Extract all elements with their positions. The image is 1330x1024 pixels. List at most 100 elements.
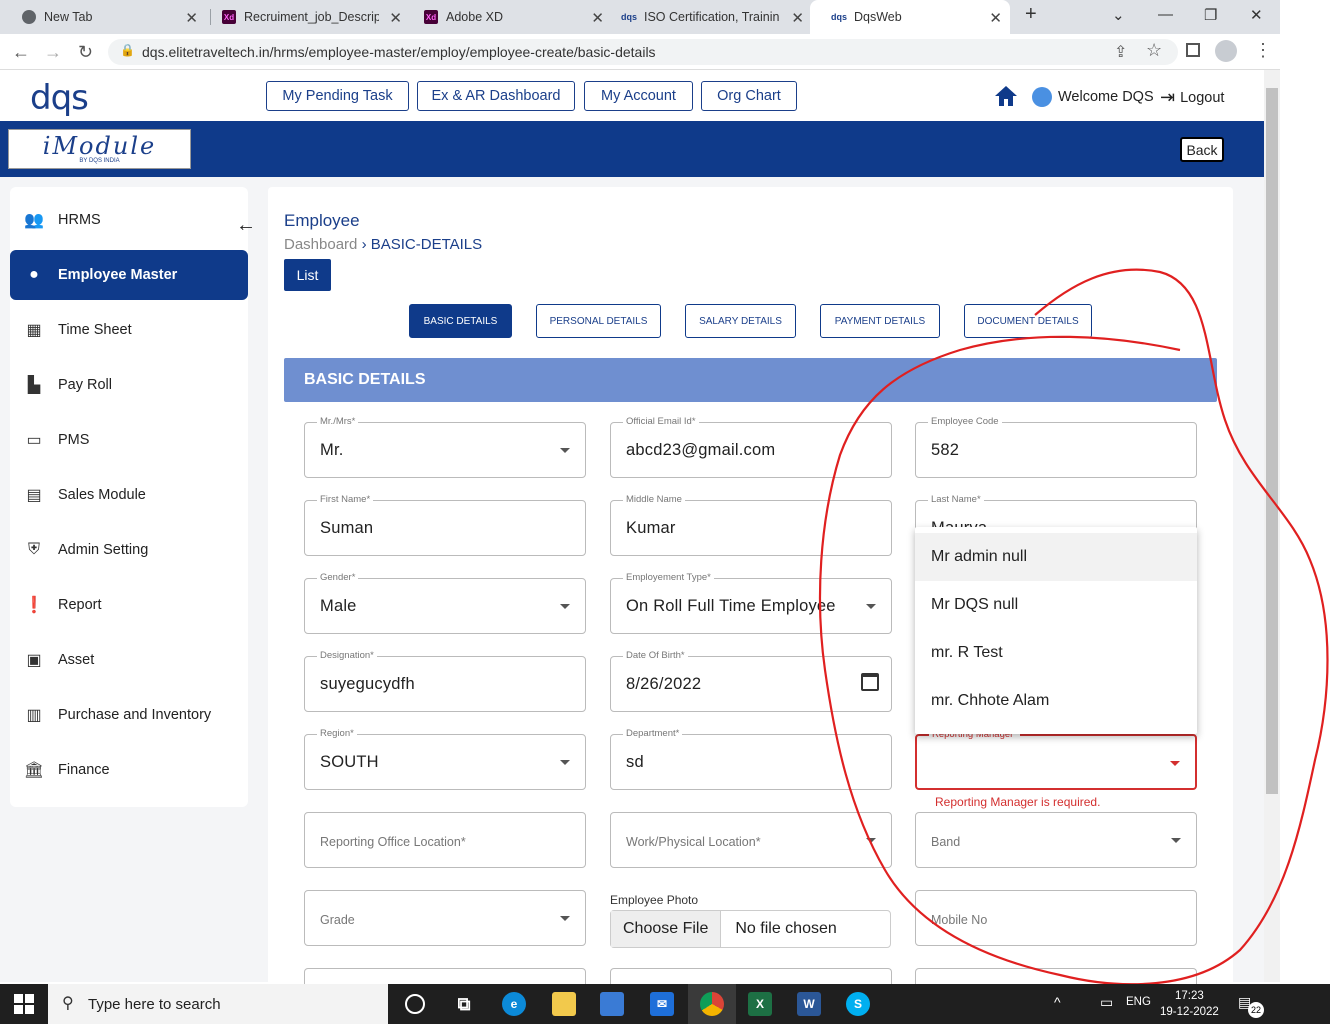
sidebar-item-pay-roll[interactable]: ▙ Pay Roll	[10, 360, 248, 410]
logout-button[interactable]: ⇥ Logout	[1160, 87, 1224, 108]
home-icon[interactable]	[994, 85, 1018, 107]
my-account-button[interactable]: My Account	[584, 81, 693, 111]
language-indicator[interactable]: ENG	[1126, 996, 1151, 1008]
store-icon[interactable]	[600, 992, 624, 1016]
sidebar-item-admin-setting[interactable]: ⛨ Admin Setting	[10, 525, 248, 575]
collapse-sidebar-arrow-icon[interactable]: ←	[236, 214, 256, 237]
close-window-icon[interactable]: ✕	[1250, 6, 1263, 24]
breadcrumb-dashboard[interactable]: Dashboard	[284, 236, 357, 253]
work-location-select[interactable]: Work/Physical Location*	[610, 812, 892, 868]
excel-icon[interactable]: X	[748, 992, 772, 1016]
close-tab-icon[interactable]: ✕	[185, 9, 198, 27]
sidebar-item-time-sheet[interactable]: ▦ Time Sheet	[10, 305, 248, 355]
reporting-office-location-field[interactable]: Reporting Office Location*	[304, 812, 586, 868]
browser-tab-new-tab[interactable]: New Tab ✕	[0, 0, 206, 34]
chevron-up-icon[interactable]: ^	[1054, 994, 1061, 1010]
browser-tab-recruitment[interactable]: Xd Recruiment_job_Descriptic ✕	[200, 0, 410, 34]
dropdown-option[interactable]: mr. Chhote Alam	[915, 677, 1197, 725]
band-select[interactable]: Band	[915, 812, 1197, 868]
word-icon[interactable]: W	[797, 992, 821, 1016]
dropdown-option[interactable]: Mr admin null	[915, 533, 1197, 581]
browser-tab-iso[interactable]: dqs ISO Certification, Training ✕	[600, 0, 812, 34]
share-icon[interactable]: ⇪	[1114, 42, 1127, 62]
date-of-birth-field[interactable]: Date Of Birth* 8/26/2022	[610, 650, 892, 712]
welcome-user[interactable]: Welcome DQS	[1032, 87, 1154, 107]
profile-icon[interactable]	[1215, 40, 1237, 62]
tab-document-details[interactable]: DOCUMENT DETAILS	[964, 304, 1092, 338]
sidebar-item-asset[interactable]: ▣ Asset	[10, 635, 248, 685]
taskbar-search-input[interactable]: ⚲ Type here to search	[48, 984, 388, 1024]
admin-shield-icon: ⛨	[27, 541, 40, 558]
close-tab-icon[interactable]: ✕	[791, 9, 804, 27]
grade-select[interactable]: Grade	[304, 890, 586, 946]
employment-type-select[interactable]: Employement Type* On Roll Full Time Empl…	[610, 572, 892, 634]
org-chart-button[interactable]: Org Chart	[701, 81, 797, 111]
file-explorer-icon[interactable]	[552, 992, 576, 1016]
browser-tab-dqsweb[interactable]: dqs DqsWeb ✕	[810, 0, 1010, 34]
taskbar-clock[interactable]: 17:23 19-12-2022	[1160, 988, 1219, 1020]
tab-title: Adobe XD	[446, 10, 503, 24]
gender-select[interactable]: Gender* Male	[304, 572, 586, 634]
close-tab-icon[interactable]: ✕	[989, 9, 1002, 27]
sidebar-item-purchase-inventory[interactable]: ▥ Purchase and Inventory	[10, 690, 248, 740]
skype-icon[interactable]: S	[846, 992, 870, 1016]
network-icon[interactable]: ▭	[1100, 994, 1113, 1011]
employee-code-field[interactable]: Employee Code 582	[915, 416, 1197, 478]
edge-icon[interactable]: e	[502, 992, 526, 1016]
list-button[interactable]: List	[284, 259, 331, 291]
mobile-no-field[interactable]: Mobile No	[915, 890, 1197, 946]
menu-dots-icon[interactable]: ⋮	[1254, 40, 1272, 61]
side-panel-icon[interactable]	[1186, 43, 1200, 57]
sidebar-item-hrms[interactable]: 👥 HRMS	[10, 195, 248, 245]
salutation-select[interactable]: Mr./Mrs* Mr.	[304, 416, 586, 478]
region-select[interactable]: Region* SOUTH	[304, 728, 586, 790]
back-arrow-icon[interactable]: ←	[12, 42, 30, 63]
ex-ar-dashboard-button[interactable]: Ex & AR Dashboard	[417, 81, 575, 111]
task-view-icon[interactable]: ⧉	[452, 992, 476, 1016]
field-label: Designation*	[317, 650, 377, 661]
tab-search-icon[interactable]: ⌄	[1112, 6, 1125, 24]
tab-salary-details[interactable]: SALARY DETAILS	[685, 304, 796, 338]
first-name-field[interactable]: First Name* Suman	[304, 494, 586, 556]
sidebar-item-report[interactable]: ❗ Report	[10, 580, 248, 630]
reporting-manager-select[interactable]: Reporting Manager*	[915, 729, 1197, 790]
chrome-icon[interactable]	[700, 992, 724, 1016]
tab-basic-details[interactable]: BASIC DETAILS	[409, 304, 512, 338]
cortana-icon[interactable]	[405, 994, 425, 1014]
department-field[interactable]: Department* sd	[610, 728, 892, 790]
windows-start-icon[interactable]	[14, 994, 34, 1014]
official-email-field[interactable]: Official Email Id* abcd23@gmail.com	[610, 416, 892, 478]
middle-name-field[interactable]: Middle Name Kumar	[610, 494, 892, 556]
sidebar-item-finance[interactable]: 🏛 Finance	[10, 745, 248, 795]
employee-photo-input[interactable]: Choose File No file chosen	[610, 910, 891, 948]
choose-file-button[interactable]: Choose File	[611, 911, 722, 947]
restore-icon[interactable]: ❐	[1204, 6, 1217, 24]
close-tab-icon[interactable]: ✕	[389, 9, 402, 27]
next-row-field[interactable]	[915, 968, 1197, 984]
logout-icon: ⇥	[1160, 87, 1176, 107]
scrollbar-thumb[interactable]	[1266, 88, 1278, 794]
minimize-icon[interactable]: —	[1158, 6, 1173, 23]
back-button[interactable]: Back	[1180, 137, 1224, 162]
dropdown-option[interactable]: Mr DQS null	[915, 581, 1197, 629]
dropdown-option[interactable]: mr. R Test	[915, 629, 1197, 677]
new-tab-icon[interactable]: +	[1025, 3, 1037, 26]
notification-icon[interactable]: ▤ 22	[1238, 994, 1264, 1018]
reload-icon[interactable]: ↻	[78, 42, 93, 63]
tab-payment-details[interactable]: PAYMENT DETAILS	[820, 304, 940, 338]
sidebar-item-sales-module[interactable]: ▤ Sales Module	[10, 470, 248, 520]
tab-personal-details[interactable]: PERSONAL DETAILS	[536, 304, 661, 338]
bookmark-star-icon[interactable]: ☆	[1146, 40, 1162, 61]
next-row-field[interactable]	[304, 968, 586, 984]
next-row-field[interactable]	[610, 968, 892, 984]
mail-icon[interactable]: ✉	[650, 992, 674, 1016]
my-pending-task-button[interactable]: My Pending Task	[266, 81, 409, 111]
calendar-icon[interactable]	[861, 673, 879, 691]
dqs-logo[interactable]: dqs	[30, 78, 89, 118]
url-input[interactable]: 🔒 dqs.elitetraveltech.in/hrms/employee-m…	[108, 39, 1178, 65]
sidebar-item-employee-master[interactable]: ● Employee Master	[10, 250, 248, 300]
sidebar-item-pms[interactable]: ▭ PMS	[10, 415, 248, 465]
designation-field[interactable]: Designation* suyegucydfh	[304, 650, 586, 712]
forward-arrow-icon[interactable]: →	[44, 42, 62, 63]
browser-tab-adobe-xd[interactable]: Xd Adobe XD ✕	[402, 0, 612, 34]
